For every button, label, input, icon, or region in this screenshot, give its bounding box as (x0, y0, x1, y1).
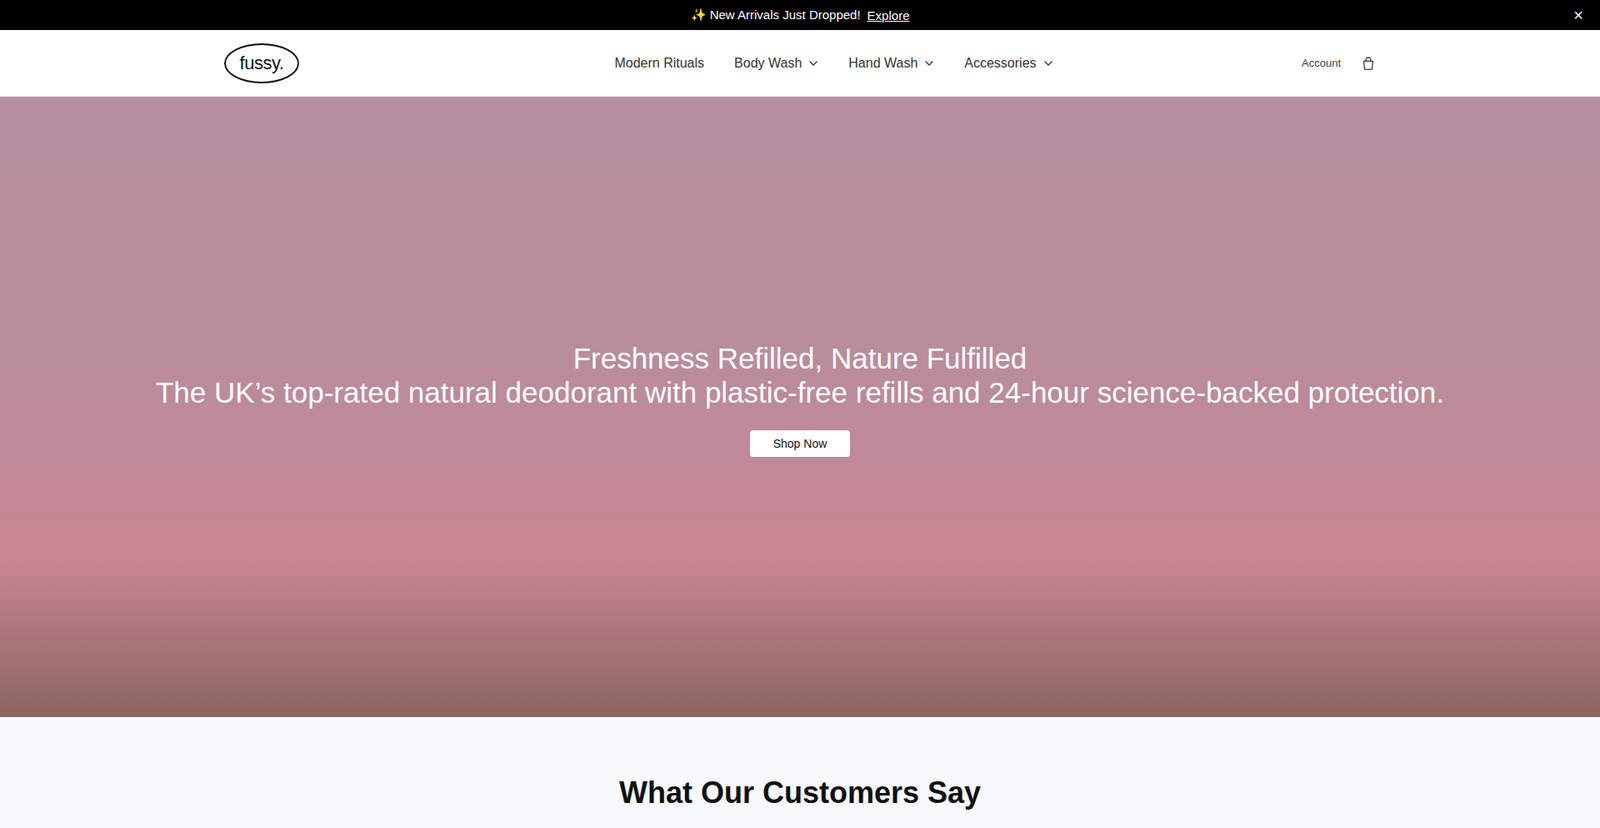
chevron-down-icon (924, 58, 935, 69)
chevron-down-icon (808, 58, 819, 69)
shopping-bag-icon (1360, 55, 1376, 71)
explore-link[interactable]: Explore (867, 8, 910, 23)
hero-title: Freshness Refilled, Nature Fulfilled (573, 341, 1028, 375)
header-inner: fussy. Modern Rituals Body Wash Hand Was… (224, 30, 1376, 96)
hero-content: Freshness Refilled, Nature Fulfilled The… (155, 341, 1445, 472)
logo[interactable]: fussy. (224, 43, 300, 84)
main-nav: Modern Rituals Body Wash Hand Wash Acces… (614, 55, 1053, 71)
header-actions: Account (1301, 55, 1376, 71)
hero-subtitle: The UK’s top-rated natural deodorant wit… (155, 375, 1445, 410)
nav-item[interactable]: Accessories (964, 55, 1053, 71)
announcement-text: ✨ New Arrivals Just Dropped! (690, 7, 861, 23)
close-button[interactable]: × (1568, 4, 1589, 27)
nav-item[interactable]: Body Wash (734, 55, 819, 71)
reviews-section: What Our Customers Say (0, 716, 1600, 828)
nav-item[interactable]: Modern Rituals (614, 55, 705, 71)
hero: Freshness Refilled, Nature Fulfilled The… (0, 96, 1600, 717)
cart-button[interactable] (1360, 55, 1376, 71)
page: ✨ New Arrivals Just Dropped! Explore × f… (0, 0, 1600, 828)
chevron-down-icon (1043, 58, 1054, 69)
shop-now-button[interactable]: Shop Now (750, 430, 850, 457)
account-link[interactable]: Account (1301, 56, 1341, 70)
announcement-bar: ✨ New Arrivals Just Dropped! Explore × (0, 0, 1600, 30)
reviews-title: What Our Customers Say (619, 775, 981, 828)
nav-item[interactable]: Hand Wash (848, 55, 935, 71)
header: fussy. Modern Rituals Body Wash Hand Was… (0, 30, 1600, 97)
